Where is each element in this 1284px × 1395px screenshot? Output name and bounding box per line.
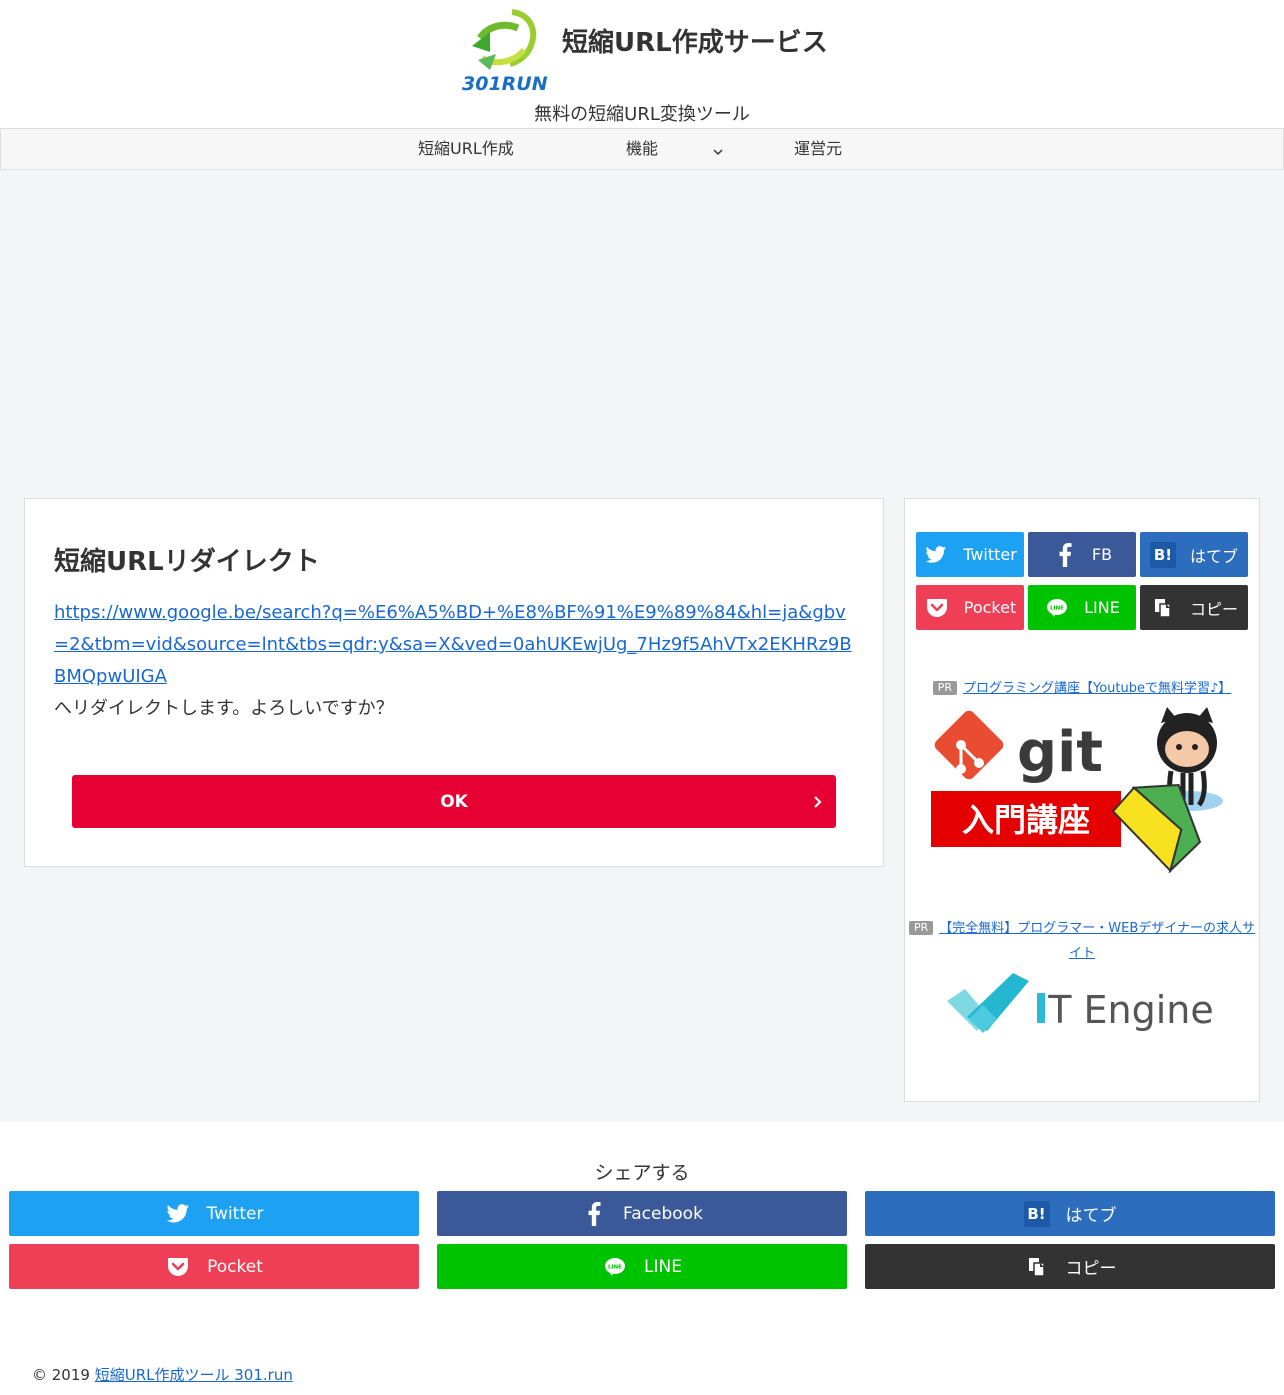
share-label: Twitter bbox=[206, 1203, 264, 1224]
line-icon: LINE bbox=[1044, 595, 1070, 621]
pr-badge: PR bbox=[932, 681, 957, 695]
facebook-icon bbox=[1052, 542, 1078, 568]
site-logo[interactable]: 301RUN bbox=[460, 8, 550, 95]
copyright-site-link[interactable]: 短縮URL作成ツール 301.run bbox=[95, 1366, 293, 1384]
facebook-icon bbox=[581, 1201, 607, 1227]
nav-item-create-short-url[interactable]: 短縮URL作成 bbox=[418, 129, 514, 169]
share-label: Pocket bbox=[963, 598, 1017, 617]
sidebar-share-twitter-button[interactable]: Twitter bbox=[916, 532, 1024, 577]
twitter-icon bbox=[165, 1201, 191, 1227]
ok-button[interactable]: OK bbox=[72, 775, 836, 828]
share-label: コピー bbox=[1065, 1259, 1117, 1279]
ad-programming-course: PR プログラミング講座【Youtubeで無料学習♪】 bbox=[905, 676, 1259, 701]
redirect-confirm-text: へリダイレクトします。よろしいですか？ bbox=[54, 698, 394, 719]
ad-job-site-link[interactable]: 【完全無料】プログラマー・WEBデザイナーの求人サイト bbox=[939, 921, 1255, 961]
pocket-icon bbox=[165, 1254, 191, 1280]
share-label: LINE bbox=[644, 1256, 682, 1277]
sidebar: Twitter FB B! はてブ Pocket LINE LINE コピー P… bbox=[904, 498, 1260, 1102]
ad-job-site: PR 【完全無料】プログラマー・WEBデザイナーの求人サイト bbox=[905, 916, 1259, 966]
copyright: © 2019 短縮URL作成ツール 301.run bbox=[32, 1364, 293, 1385]
twitter-icon bbox=[923, 542, 949, 568]
redirect-message: https://www.google.be/search?q=%E6%A5%BD… bbox=[54, 597, 859, 725]
chevron-right-icon bbox=[812, 794, 824, 808]
footer-share-line-button[interactable]: LINE LINE bbox=[437, 1244, 847, 1289]
svg-text:LINE: LINE bbox=[608, 1264, 622, 1270]
sidebar-share-copy-button[interactable]: コピー bbox=[1140, 585, 1248, 630]
ad-programming-course-link[interactable]: プログラミング講座【Youtubeで無料学習♪】 bbox=[963, 681, 1231, 696]
share-label: はてブ bbox=[1189, 546, 1238, 566]
nav-item-operator[interactable]: 運営元 bbox=[794, 129, 842, 169]
git-course-banner[interactable]: git 入門講座 bbox=[931, 705, 1235, 874]
share-label: Facebook bbox=[623, 1203, 703, 1224]
nav-item-features[interactable]: 機能 bbox=[626, 129, 658, 169]
it-engine-banner[interactable]: IT Engine bbox=[947, 971, 1222, 1041]
main-nav: 短縮URL作成 機能 運営元 bbox=[0, 128, 1284, 170]
footer-share-facebook-button[interactable]: Facebook bbox=[437, 1191, 847, 1236]
page-title: 短縮URLリダイレクト bbox=[54, 547, 320, 577]
git-banner-word: git bbox=[1017, 720, 1103, 785]
footer-share-copy-button[interactable]: コピー bbox=[865, 1244, 1275, 1289]
line-icon: LINE bbox=[602, 1254, 628, 1280]
logo-text: 301RUN bbox=[462, 73, 548, 94]
footer-share-twitter-button[interactable]: Twitter bbox=[9, 1191, 419, 1236]
svg-text:LINE: LINE bbox=[1050, 605, 1064, 611]
hatena-bookmark-icon: B! bbox=[1023, 1200, 1050, 1227]
sidebar-share-hatena-button[interactable]: B! はてブ bbox=[1140, 532, 1248, 577]
footer-share-hatena-button[interactable]: B! はてブ bbox=[865, 1191, 1275, 1236]
copy-icon bbox=[1150, 595, 1176, 621]
copy-icon bbox=[1024, 1254, 1050, 1280]
it-engine-banner-word: IT Engine bbox=[1037, 988, 1214, 1032]
pr-badge: PR bbox=[908, 921, 934, 935]
sidebar-share-pocket-button[interactable]: Pocket bbox=[916, 585, 1024, 630]
git-banner-caption: 入門講座 bbox=[962, 801, 1090, 839]
site-tagline: 無料の短縮URL変換ツール bbox=[534, 104, 750, 125]
share-label: コピー bbox=[1189, 599, 1238, 619]
redirect-url-link[interactable]: https://www.google.be/search?q=%E6%A5%BD… bbox=[54, 597, 859, 693]
chevron-down-icon[interactable] bbox=[712, 143, 724, 156]
share-label: はてブ bbox=[1065, 1206, 1117, 1226]
hatena-bookmark-icon: B! bbox=[1149, 541, 1176, 568]
redirect-card: 短縮URLリダイレクト https://www.google.be/search… bbox=[24, 498, 884, 867]
share-label: FB bbox=[1091, 545, 1113, 564]
pocket-icon bbox=[924, 595, 950, 621]
footer-share-pocket-button[interactable]: Pocket bbox=[9, 1244, 419, 1289]
share-heading: シェアする bbox=[594, 1162, 690, 1184]
share-label: Twitter bbox=[963, 545, 1017, 564]
share-label: LINE bbox=[1084, 598, 1120, 617]
site-title[interactable]: 短縮URL作成サービス bbox=[562, 22, 828, 59]
site-header: 301RUN 短縮URL作成サービス 無料の短縮URL変換ツール bbox=[0, 0, 1284, 128]
share-label: Pocket bbox=[207, 1256, 263, 1277]
sidebar-share-line-button[interactable]: LINE LINE bbox=[1028, 585, 1136, 630]
sidebar-share-facebook-button[interactable]: FB bbox=[1028, 532, 1136, 577]
ok-button-label: OK bbox=[440, 791, 468, 812]
copyright-prefix: © 2019 bbox=[32, 1366, 90, 1384]
